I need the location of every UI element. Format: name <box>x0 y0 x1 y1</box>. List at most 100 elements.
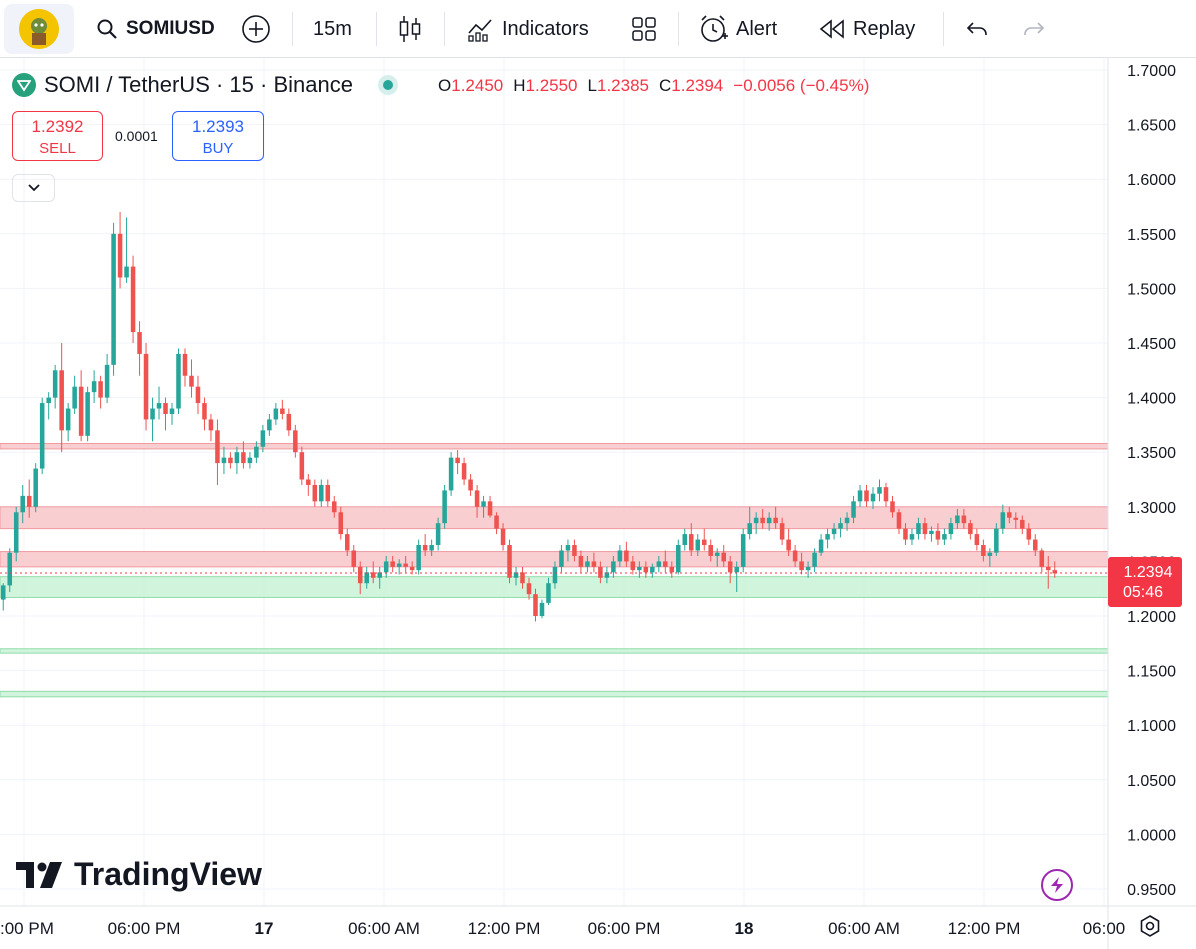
candle <box>559 545 564 573</box>
time-tick-label: 06:00 AM <box>348 919 420 938</box>
close-label: C <box>658 76 672 95</box>
candles-icon <box>399 16 421 42</box>
spread-value: 0.0001 <box>115 128 158 144</box>
candle-body <box>286 413 292 431</box>
time-tick-label: 17 <box>255 919 274 938</box>
candle-body <box>955 515 960 524</box>
redo-button[interactable] <box>1022 0 1046 58</box>
candle-body <box>773 517 778 524</box>
price-chart[interactable]: 1.7000 1.6500 1.6000 1.5500 1.5000 1.4500 1.40… <box>0 58 1196 949</box>
candle-body <box>734 566 739 573</box>
sell-button[interactable]: 1.2392 SELL <box>12 111 103 161</box>
chart-settings-button[interactable] <box>1138 914 1162 938</box>
candle-body <box>306 479 311 485</box>
candle-body <box>909 534 915 540</box>
candle <box>325 479 331 507</box>
candle <box>234 446 240 475</box>
candle-body <box>7 552 13 586</box>
candle <box>33 463 38 513</box>
candle-body <box>280 408 285 414</box>
interval-button[interactable]: 15m <box>313 0 352 58</box>
legend-title[interactable]: SOMI / TetherUS · 15 · Binance <box>44 72 353 98</box>
candle-body <box>994 528 999 553</box>
price-axis[interactable]: 1.7000 1.6500 1.6000 1.5500 1.5000 1.4500 1.40… <box>1107 58 1176 949</box>
candle <box>202 397 207 431</box>
candle <box>72 375 77 414</box>
candle-body <box>747 523 752 535</box>
plus-circle-icon <box>242 15 270 43</box>
candle <box>942 528 947 546</box>
sell-price: 1.2392 <box>31 117 84 136</box>
time-tick-label: 12:00 PM <box>948 919 1021 938</box>
candle <box>182 348 188 387</box>
price-tag-price: 1.2394 <box>1124 564 1173 581</box>
undo-button[interactable] <box>965 0 989 58</box>
candle <box>91 370 97 404</box>
candle <box>286 408 292 436</box>
candle <box>267 413 272 436</box>
collapse-legend-button[interactable] <box>12 174 55 202</box>
candle-body <box>390 561 395 567</box>
toolbar-divider <box>444 12 445 46</box>
candle-body <box>442 490 447 524</box>
candle-body <box>981 545 986 556</box>
candle-body <box>293 430 298 453</box>
candle-body <box>163 403 168 414</box>
replay-label: Replay <box>853 17 916 40</box>
time-axis[interactable]: :00 PM 06:00 PM 17 06:00 AM 12:00 PM 06:00 PM… <box>0 905 1196 938</box>
watermark-text: TradingView <box>74 856 262 892</box>
time-tick-label: 06:00 PM <box>108 919 181 938</box>
low-value: 1.2385 <box>596 76 649 95</box>
candle <box>78 370 84 442</box>
candle-body <box>630 561 636 571</box>
chart-type-button[interactable] <box>398 0 422 58</box>
alert-label: Alert <box>736 17 778 40</box>
alert-button[interactable]: Alert <box>698 0 777 58</box>
price-tick-label: 1.3000 <box>1127 500 1176 517</box>
candle-body <box>273 408 279 420</box>
candle-body <box>935 530 941 540</box>
candle <box>39 397 45 475</box>
flash-button[interactable] <box>1041 869 1073 901</box>
candle-body <box>0 585 6 600</box>
candle-body <box>500 528 506 546</box>
symbol-search-button[interactable]: SOMIUSD <box>96 0 215 58</box>
candle <box>442 484 447 529</box>
candle-body <box>344 534 350 551</box>
candle-body <box>267 419 272 431</box>
support-zone <box>0 690 1109 698</box>
candle <box>883 482 889 507</box>
layouts-button[interactable] <box>631 0 657 58</box>
candle-body <box>487 501 493 516</box>
indicators-button[interactable]: Indicators <box>466 0 589 58</box>
compare-symbol-button[interactable] <box>241 0 271 58</box>
candle <box>7 548 13 592</box>
candle-body <box>364 572 370 584</box>
candle-body <box>961 515 967 524</box>
candle-body <box>799 561 804 571</box>
replay-button[interactable]: Replay <box>819 0 915 58</box>
candle-body <box>182 353 188 376</box>
time-tick-label: 12:00 PM <box>468 919 541 938</box>
candle-body <box>676 545 681 573</box>
candle-body <box>637 566 642 571</box>
candle-body <box>792 550 798 562</box>
candle <box>306 474 311 496</box>
candle-body <box>890 501 895 513</box>
candle-body <box>974 534 980 546</box>
avatar[interactable] <box>4 4 74 54</box>
tradingview-watermark[interactable]: TradingView <box>16 856 262 893</box>
candle <box>507 539 512 584</box>
candle-body <box>714 552 720 556</box>
candle-body <box>1000 512 1006 529</box>
candle <box>701 528 707 551</box>
market-status-dot[interactable] <box>382 80 393 90</box>
buy-button[interactable]: 1.2393 BUY <box>172 111 264 161</box>
candle <box>0 583 6 611</box>
candle-body <box>98 381 103 398</box>
toolbar-divider <box>678 12 679 46</box>
buy-price: 1.2393 <box>192 117 244 136</box>
candle <box>864 484 869 507</box>
candle-body <box>968 523 973 535</box>
candle-body <box>831 528 837 535</box>
